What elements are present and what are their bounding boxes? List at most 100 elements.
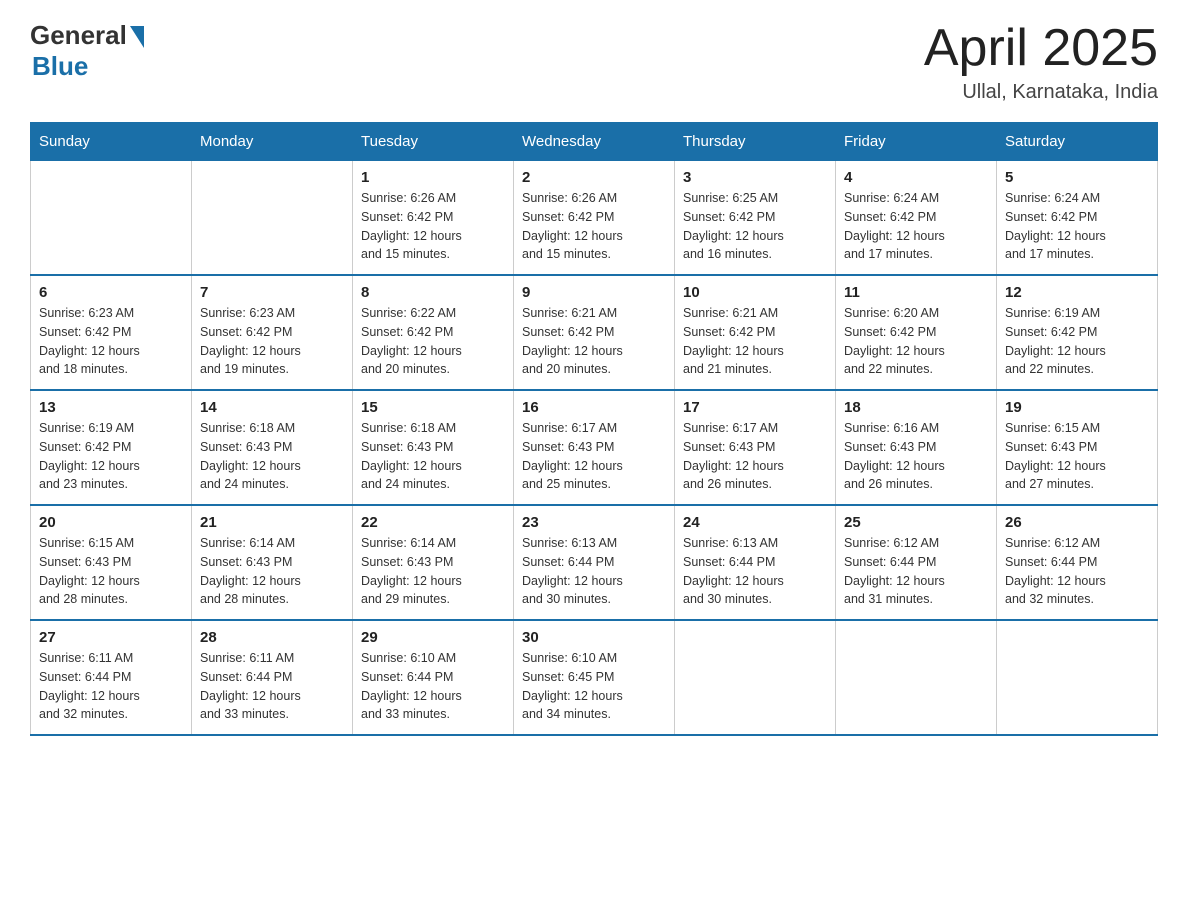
- day-number: 11: [844, 284, 988, 301]
- calendar-cell: 30Sunrise: 6:10 AMSunset: 6:45 PMDayligh…: [514, 620, 675, 735]
- location-text: Ullal, Karnataka, India: [924, 81, 1158, 104]
- weekday-header-monday: Monday: [192, 123, 353, 161]
- day-info: Sunrise: 6:15 AMSunset: 6:43 PMDaylight:…: [39, 534, 183, 609]
- day-number: 17: [683, 399, 827, 416]
- calendar-cell: 8Sunrise: 6:22 AMSunset: 6:42 PMDaylight…: [353, 275, 514, 390]
- calendar-cell: 13 Sunrise: 6:19 AMSunset: 6:42 PMDayligh…: [31, 390, 192, 505]
- calendar-cell: 14 Sunrise: 6:18 AMSunset: 6:43 PMDayligh…: [192, 390, 353, 505]
- calendar-cell: 24 Sunrise: 6:13 AMSunset: 6:44 PMDayligh…: [675, 505, 836, 620]
- day-number: 21: [200, 514, 344, 531]
- calendar-cell: 6Sunrise: 6:23 AMSunset: 6:42 PMDaylight…: [31, 275, 192, 390]
- calendar-cell: 21 Sunrise: 6:14 AMSunset: 6:43 PMDayligh…: [192, 505, 353, 620]
- day-number: 9: [522, 284, 666, 301]
- day-info: Sunrise: 6:13 AMSunset: 6:44 PMDaylight:…: [522, 534, 666, 609]
- month-title: April 2025: [924, 20, 1158, 77]
- day-info: Sunrise: 6:11 AMSunset: 6:44 PMDaylight:…: [39, 649, 183, 724]
- calendar-cell: 26 Sunrise: 6:12 AMSunset: 6:44 PMDayligh…: [997, 505, 1158, 620]
- calendar-cell: 9 Sunrise: 6:21 AMSunset: 6:42 PMDaylight…: [514, 275, 675, 390]
- calendar-cell: 11 Sunrise: 6:20 AMSunset: 6:42 PMDayligh…: [836, 275, 997, 390]
- day-info: Sunrise: 6:17 AMSunset: 6:43 PMDaylight:…: [522, 419, 666, 494]
- calendar-cell: 5Sunrise: 6:24 AMSunset: 6:42 PMDaylight…: [997, 161, 1158, 276]
- calendar-cell: 29 Sunrise: 6:10 AMSunset: 6:44 PMDayligh…: [353, 620, 514, 735]
- day-info: Sunrise: 6:14 AMSunset: 6:43 PMDaylight:…: [200, 534, 344, 609]
- day-info: Sunrise: 6:15 AMSunset: 6:43 PMDaylight:…: [1005, 419, 1149, 494]
- calendar-cell: 2 Sunrise: 6:26 AMSunset: 6:42 PMDaylight…: [514, 161, 675, 276]
- day-info: Sunrise: 6:16 AMSunset: 6:43 PMDaylight:…: [844, 419, 988, 494]
- day-number: 28: [200, 629, 344, 646]
- calendar-cell: 22Sunrise: 6:14 AMSunset: 6:43 PMDayligh…: [353, 505, 514, 620]
- calendar-cell: [31, 161, 192, 276]
- day-info: Sunrise: 6:21 AMSunset: 6:42 PMDaylight:…: [522, 304, 666, 379]
- day-number: 20: [39, 514, 183, 531]
- weekday-header-wednesday: Wednesday: [514, 123, 675, 161]
- day-number: 29: [361, 629, 505, 646]
- calendar-cell: 23 Sunrise: 6:13 AMSunset: 6:44 PMDayligh…: [514, 505, 675, 620]
- day-number: 24: [683, 514, 827, 531]
- day-info: Sunrise: 6:22 AMSunset: 6:42 PMDaylight:…: [361, 304, 505, 379]
- week-row-2: 6Sunrise: 6:23 AMSunset: 6:42 PMDaylight…: [31, 275, 1158, 390]
- calendar-cell: [997, 620, 1158, 735]
- day-number: 7: [200, 284, 344, 301]
- day-number: 13: [39, 399, 183, 416]
- title-block: April 2025 Ullal, Karnataka, India: [924, 20, 1158, 104]
- logo-triangle-icon: [130, 26, 144, 48]
- day-info: Sunrise: 6:23 AMSunset: 6:42 PMDaylight:…: [39, 304, 183, 379]
- weekday-header-row: SundayMondayTuesdayWednesdayThursdayFrid…: [31, 123, 1158, 161]
- day-info: Sunrise: 6:23 AMSunset: 6:42 PMDaylight:…: [200, 304, 344, 379]
- day-info: Sunrise: 6:20 AMSunset: 6:42 PMDaylight:…: [844, 304, 988, 379]
- day-info: Sunrise: 6:12 AMSunset: 6:44 PMDaylight:…: [844, 534, 988, 609]
- calendar-cell: 28 Sunrise: 6:11 AMSunset: 6:44 PMDayligh…: [192, 620, 353, 735]
- day-info: Sunrise: 6:17 AMSunset: 6:43 PMDaylight:…: [683, 419, 827, 494]
- day-info: Sunrise: 6:21 AMSunset: 6:42 PMDaylight:…: [683, 304, 827, 379]
- week-row-3: 13 Sunrise: 6:19 AMSunset: 6:42 PMDayligh…: [31, 390, 1158, 505]
- weekday-header-thursday: Thursday: [675, 123, 836, 161]
- day-info: Sunrise: 6:25 AMSunset: 6:42 PMDaylight:…: [683, 189, 827, 264]
- day-info: Sunrise: 6:19 AMSunset: 6:42 PMDaylight:…: [39, 419, 183, 494]
- weekday-header-saturday: Saturday: [997, 123, 1158, 161]
- calendar-cell: [675, 620, 836, 735]
- day-number: 3: [683, 169, 827, 186]
- week-row-4: 20 Sunrise: 6:15 AMSunset: 6:43 PMDayligh…: [31, 505, 1158, 620]
- calendar-cell: 18 Sunrise: 6:16 AMSunset: 6:43 PMDayligh…: [836, 390, 997, 505]
- calendar-cell: 10 Sunrise: 6:21 AMSunset: 6:42 PMDayligh…: [675, 275, 836, 390]
- day-number: 10: [683, 284, 827, 301]
- day-number: 19: [1005, 399, 1149, 416]
- day-info: Sunrise: 6:11 AMSunset: 6:44 PMDaylight:…: [200, 649, 344, 724]
- day-number: 12: [1005, 284, 1149, 301]
- weekday-header-sunday: Sunday: [31, 123, 192, 161]
- day-info: Sunrise: 6:26 AMSunset: 6:42 PMDaylight:…: [522, 189, 666, 264]
- calendar-cell: 19 Sunrise: 6:15 AMSunset: 6:43 PMDayligh…: [997, 390, 1158, 505]
- calendar-cell: [192, 161, 353, 276]
- day-info: Sunrise: 6:24 AMSunset: 6:42 PMDaylight:…: [844, 189, 988, 264]
- day-number: 5: [1005, 169, 1149, 186]
- calendar-cell: 17 Sunrise: 6:17 AMSunset: 6:43 PMDayligh…: [675, 390, 836, 505]
- calendar-cell: 4 Sunrise: 6:24 AMSunset: 6:42 PMDaylight…: [836, 161, 997, 276]
- day-info: Sunrise: 6:18 AMSunset: 6:43 PMDaylight:…: [200, 419, 344, 494]
- day-number: 23: [522, 514, 666, 531]
- day-number: 15: [361, 399, 505, 416]
- day-info: Sunrise: 6:13 AMSunset: 6:44 PMDaylight:…: [683, 534, 827, 609]
- day-number: 4: [844, 169, 988, 186]
- day-number: 18: [844, 399, 988, 416]
- calendar-cell: 27 Sunrise: 6:11 AMSunset: 6:44 PMDayligh…: [31, 620, 192, 735]
- day-info: Sunrise: 6:18 AMSunset: 6:43 PMDaylight:…: [361, 419, 505, 494]
- day-number: 2: [522, 169, 666, 186]
- logo: General Blue: [30, 20, 144, 82]
- day-info: Sunrise: 6:10 AMSunset: 6:44 PMDaylight:…: [361, 649, 505, 724]
- day-info: Sunrise: 6:12 AMSunset: 6:44 PMDaylight:…: [1005, 534, 1149, 609]
- day-info: Sunrise: 6:14 AMSunset: 6:43 PMDaylight:…: [361, 534, 505, 609]
- weekday-header-friday: Friday: [836, 123, 997, 161]
- day-number: 14: [200, 399, 344, 416]
- day-info: Sunrise: 6:10 AMSunset: 6:45 PMDaylight:…: [522, 649, 666, 724]
- day-number: 26: [1005, 514, 1149, 531]
- calendar-cell: 3 Sunrise: 6:25 AMSunset: 6:42 PMDaylight…: [675, 161, 836, 276]
- page-header: General Blue April 2025 Ullal, Karnataka…: [30, 20, 1158, 104]
- calendar-cell: 12Sunrise: 6:19 AMSunset: 6:42 PMDayligh…: [997, 275, 1158, 390]
- calendar-cell: 16 Sunrise: 6:17 AMSunset: 6:43 PMDayligh…: [514, 390, 675, 505]
- logo-general-text: General: [30, 20, 127, 51]
- calendar-cell: 7 Sunrise: 6:23 AMSunset: 6:42 PMDaylight…: [192, 275, 353, 390]
- week-row-1: 1Sunrise: 6:26 AMSunset: 6:42 PMDaylight…: [31, 161, 1158, 276]
- weekday-header-tuesday: Tuesday: [353, 123, 514, 161]
- day-number: 27: [39, 629, 183, 646]
- day-number: 16: [522, 399, 666, 416]
